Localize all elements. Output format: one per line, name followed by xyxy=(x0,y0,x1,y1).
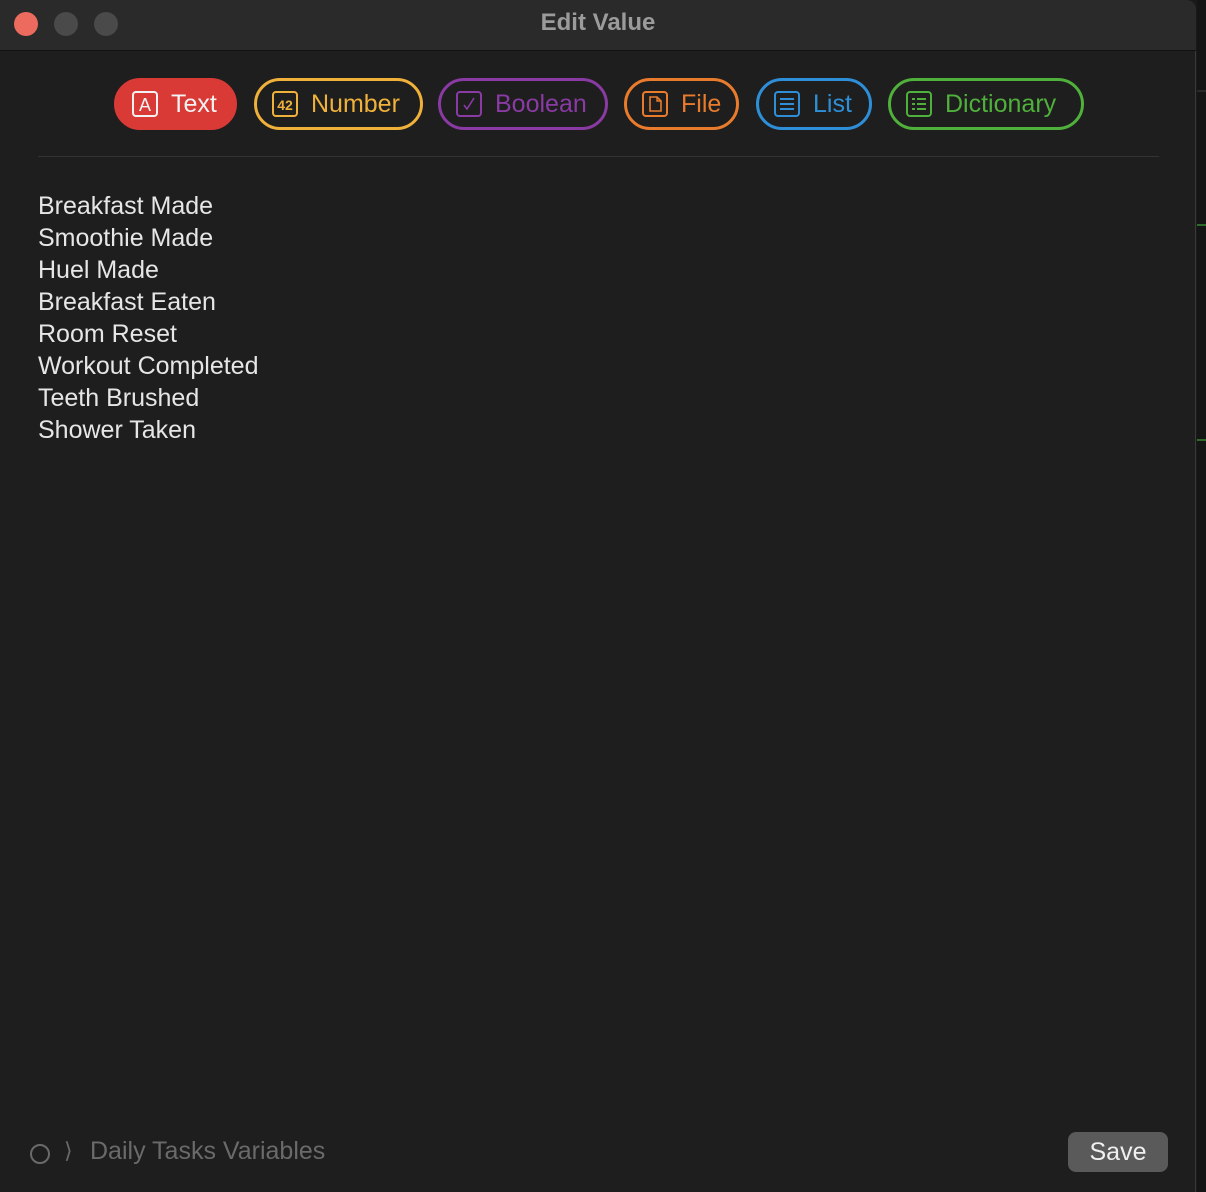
edge-mark xyxy=(1197,439,1206,441)
editor-line: Breakfast Eaten xyxy=(38,288,216,316)
type-list-label: List xyxy=(813,89,852,118)
text-a-icon: A xyxy=(131,90,159,118)
svg-text:42: 42 xyxy=(277,97,293,113)
type-text-button[interactable]: A Text xyxy=(114,78,237,130)
editor-line: Shower Taken xyxy=(38,416,196,444)
background-window-edge xyxy=(1197,0,1206,1192)
type-dictionary-label: Dictionary xyxy=(945,89,1057,118)
chevron-right-icon: ⟩ xyxy=(64,1138,73,1163)
type-text-label: Text xyxy=(171,89,217,118)
window-title: Edit Value xyxy=(540,9,656,36)
editor-line: Breakfast Made xyxy=(38,192,214,220)
number-42-icon: 42 xyxy=(271,90,299,118)
type-file-label: File xyxy=(681,89,722,118)
type-boolean-label: Boolean xyxy=(495,89,587,118)
editor-line: Room Reset xyxy=(38,320,177,348)
editor-line: Teeth Brushed xyxy=(38,384,200,412)
type-number-button[interactable]: 42 Number xyxy=(254,78,423,130)
editor-line: Huel Made xyxy=(38,256,159,284)
breadcrumb[interactable]: Daily Tasks Variables xyxy=(90,1137,325,1166)
save-button[interactable]: Save xyxy=(1068,1132,1168,1172)
list-icon xyxy=(773,90,801,118)
checkbox-icon xyxy=(455,90,483,118)
edge-mark xyxy=(1197,90,1206,92)
type-file-button[interactable]: File xyxy=(624,78,739,130)
circle-icon xyxy=(30,1144,50,1164)
value-type-selector: A Text 42 Number Boolean File List Dicti… xyxy=(0,78,1196,130)
edit-value-window: Edit Value A Text 42 Number Boolean File xyxy=(0,0,1196,1192)
footer-bar: ⟩ Daily Tasks Variables Save xyxy=(0,1130,1196,1176)
type-list-button[interactable]: List xyxy=(756,78,872,130)
dictionary-icon xyxy=(905,90,933,118)
editor-line: Workout Completed xyxy=(38,352,259,380)
header-divider xyxy=(38,156,1159,157)
title-bar: Edit Value xyxy=(0,0,1196,51)
svg-text:A: A xyxy=(139,95,151,115)
edge-mark xyxy=(1197,224,1206,226)
file-icon xyxy=(641,90,669,118)
text-value-editor[interactable]: Breakfast Made Smoothie Made Huel Made B… xyxy=(38,190,1158,446)
type-boolean-button[interactable]: Boolean xyxy=(438,78,608,130)
editor-line: Smoothie Made xyxy=(38,224,214,252)
type-number-label: Number xyxy=(311,89,400,118)
type-dictionary-button[interactable]: Dictionary xyxy=(888,78,1084,130)
